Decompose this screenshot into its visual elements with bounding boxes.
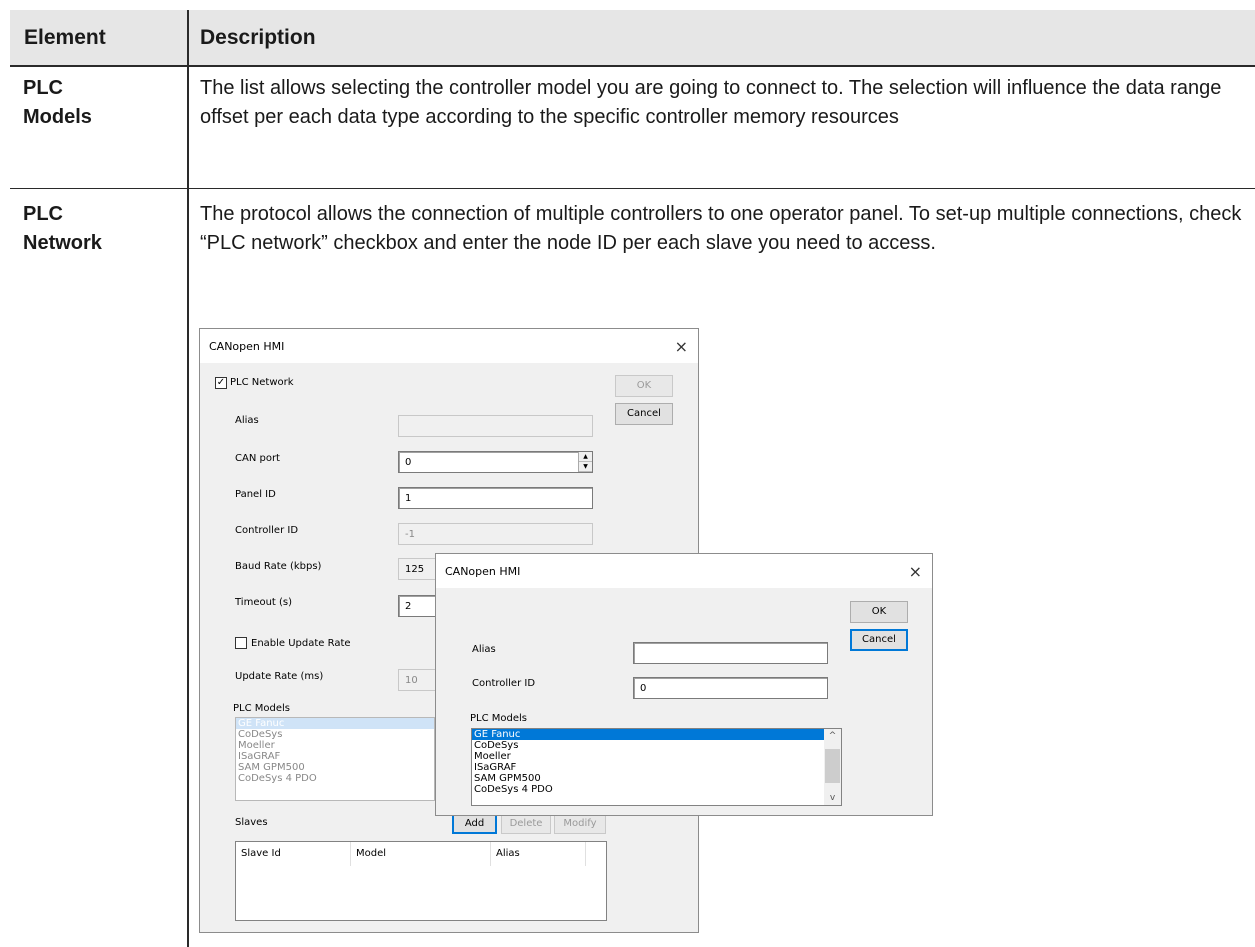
description-plc-network: The protocol allows the connection of mu… xyxy=(200,203,1242,254)
list-item[interactable]: CoDeSys xyxy=(472,740,841,751)
dialog-titlebar: CANopen HMI × xyxy=(436,554,932,588)
enable-update-rate-checkbox[interactable] xyxy=(235,637,247,649)
close-icon[interactable]: × xyxy=(909,562,922,581)
plc-models-list[interactable]: GE Fanuc CoDeSys Moeller ISaGRAF SAM GPM… xyxy=(235,717,435,801)
column-header-description: Description xyxy=(200,26,316,49)
can-port-spinner[interactable]: ▲ ▼ xyxy=(578,452,592,472)
can-port-value: 0 xyxy=(405,457,412,468)
enable-update-rate-label: Enable Update Rate xyxy=(251,638,351,649)
can-port-label: CAN port xyxy=(235,453,280,464)
list-item[interactable]: CoDeSys xyxy=(236,729,434,740)
column-alias[interactable]: Alias xyxy=(491,842,586,866)
cancel-button[interactable]: Cancel xyxy=(850,629,908,651)
alias-label: Alias xyxy=(472,644,496,655)
list-scrollbar[interactable]: ^ v xyxy=(824,729,841,805)
element-line: PLC xyxy=(23,203,63,225)
slaves-label: Slaves xyxy=(235,817,268,828)
spin-up-icon[interactable]: ▲ xyxy=(579,452,592,462)
list-item[interactable]: CoDeSys 4 PDO xyxy=(236,773,434,784)
update-rate-input[interactable]: 10 xyxy=(398,669,438,691)
chevron-down-icon[interactable]: v xyxy=(824,793,841,803)
plc-network-label: PLC Network xyxy=(230,377,294,388)
scrollbar-thumb[interactable] xyxy=(825,749,840,783)
add-button[interactable]: Add xyxy=(452,814,497,834)
plc-models-label: PLC Models xyxy=(233,703,290,714)
element-plc-models: PLC Models xyxy=(23,74,173,132)
alias-input[interactable] xyxy=(398,415,593,437)
cancel-button[interactable]: Cancel xyxy=(615,403,673,425)
modify-button[interactable]: Modify xyxy=(554,814,606,834)
baud-rate-select[interactable]: 125 xyxy=(398,558,438,580)
ok-button[interactable]: OK xyxy=(850,601,908,623)
list-item[interactable]: ISaGRAF xyxy=(472,762,841,773)
alias-label: Alias xyxy=(235,415,259,426)
timeout-input[interactable]: 2 xyxy=(398,595,438,617)
plc-network-checkbox[interactable]: ✓ xyxy=(215,377,227,389)
dialog-title: CANopen HMI xyxy=(209,340,285,353)
column-model[interactable]: Model xyxy=(351,842,491,866)
element-plc-network: PLC Network xyxy=(23,200,173,258)
list-item[interactable]: SAM GPM500 xyxy=(472,773,841,784)
delete-button[interactable]: Delete xyxy=(501,814,551,834)
plc-models-label: PLC Models xyxy=(470,713,527,724)
column-divider xyxy=(187,10,189,947)
column-header-element: Element xyxy=(24,26,106,49)
row-divider xyxy=(10,188,1255,189)
alias-input[interactable] xyxy=(633,642,828,664)
baud-rate-label: Baud Rate (kbps) xyxy=(235,561,322,572)
chevron-up-icon[interactable]: ^ xyxy=(824,731,841,741)
table-header: Element Description xyxy=(10,10,1255,67)
list-item[interactable]: Moeller xyxy=(236,740,434,751)
ok-button[interactable]: OK xyxy=(615,375,673,397)
canopen-dialog-slave: CANopen HMI × OK Cancel Alias Controller… xyxy=(435,553,933,816)
dialog-title: CANopen HMI xyxy=(445,565,521,578)
update-rate-label: Update Rate (ms) xyxy=(235,671,324,682)
plc-models-list[interactable]: GE Fanuc CoDeSys Moeller ISaGRAF SAM GPM… xyxy=(471,728,842,806)
can-port-input[interactable]: 0 ▲ ▼ xyxy=(398,451,593,473)
list-item[interactable]: GE Fanuc xyxy=(236,718,434,729)
spin-down-icon[interactable]: ▼ xyxy=(579,462,592,472)
panel-id-label: Panel ID xyxy=(235,489,276,500)
list-item[interactable]: CoDeSys 4 PDO xyxy=(472,784,841,795)
dialog-titlebar: CANopen HMI × xyxy=(200,329,698,363)
description-plc-models: The list allows selecting the controller… xyxy=(200,77,1222,128)
element-line: PLC xyxy=(23,77,63,99)
controller-id-input[interactable]: 0 xyxy=(633,677,828,699)
panel-id-input[interactable]: 1 xyxy=(398,487,593,509)
column-slave-id[interactable]: Slave Id xyxy=(236,842,351,866)
list-item[interactable]: GE Fanuc xyxy=(472,729,824,740)
list-item[interactable]: ISaGRAF xyxy=(236,751,434,762)
element-line: Models xyxy=(23,106,92,128)
element-line: Network xyxy=(23,232,102,254)
controller-id-input[interactable]: -1 xyxy=(398,523,593,545)
slaves-table[interactable]: Slave Id Model Alias xyxy=(235,841,607,921)
controller-id-label: Controller ID xyxy=(472,678,536,689)
timeout-label: Timeout (s) xyxy=(235,597,293,608)
close-icon[interactable]: × xyxy=(675,337,688,356)
controller-id-label: Controller ID xyxy=(235,525,299,536)
list-item[interactable]: Moeller xyxy=(472,751,841,762)
list-item[interactable]: SAM GPM500 xyxy=(236,762,434,773)
